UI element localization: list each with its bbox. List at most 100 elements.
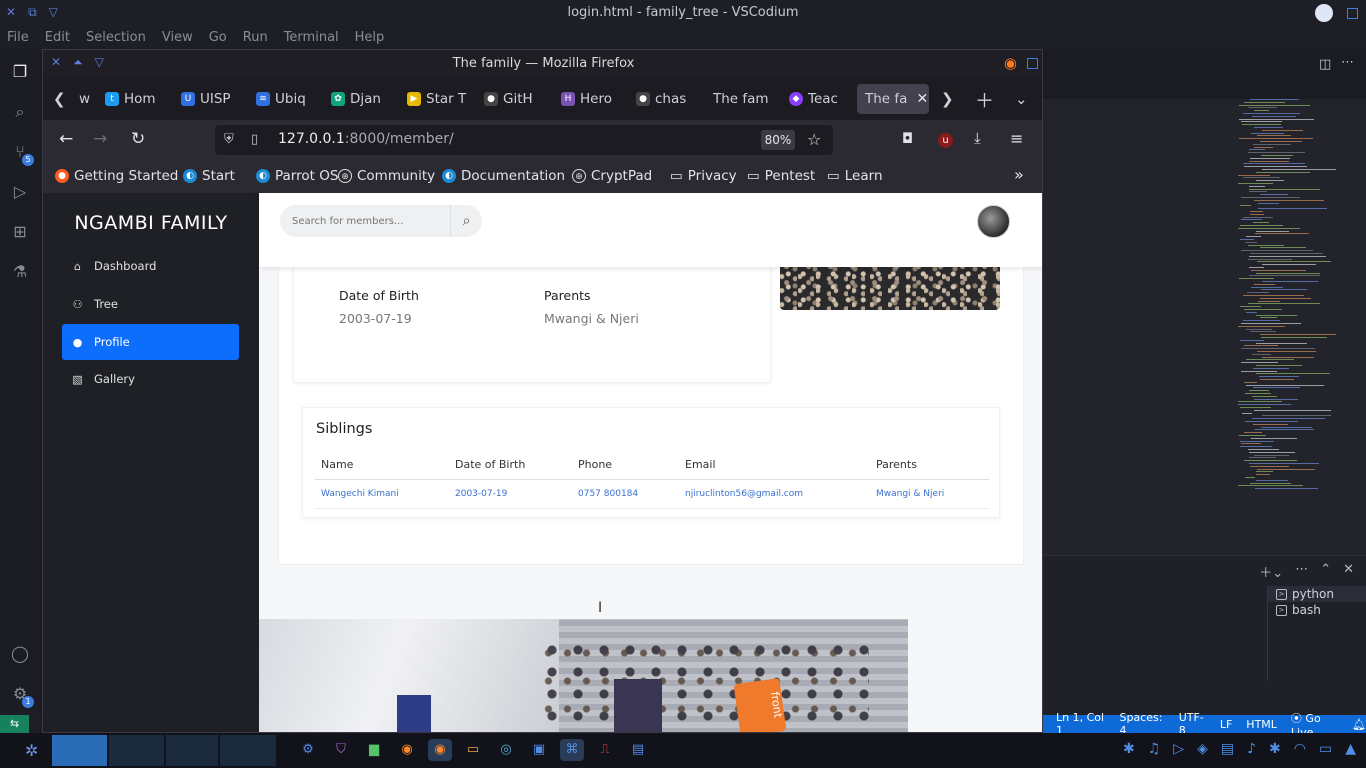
nav-tree[interactable]: ⚇ Tree: [62, 286, 239, 322]
bookmark-folder-learn[interactable]: ▭ Learn: [827, 168, 883, 184]
close-panel-icon[interactable]: ✕: [1343, 562, 1354, 581]
nav-profile[interactable]: ● Profile: [62, 324, 239, 360]
bookmark-documentation[interactable]: ◐ Documentation: [442, 168, 565, 184]
firefox-app-icon[interactable]: ◉: [395, 739, 419, 761]
end-of-line[interactable]: LF: [1220, 718, 1232, 731]
clipboard-icon[interactable]: ▤: [1221, 741, 1234, 757]
remote-icon[interactable]: ⇆: [0, 715, 29, 733]
pocket-icon[interactable]: ◘: [902, 131, 913, 147]
menu-go[interactable]: Go: [209, 27, 227, 49]
new-tab-icon[interactable]: ＋: [975, 86, 994, 113]
more-bookmarks-icon[interactable]: »: [1014, 165, 1024, 184]
bookmark-folder-pentest[interactable]: ▭ Pentest: [747, 168, 815, 184]
menu-file[interactable]: File: [7, 27, 29, 49]
search-icon[interactable]: ⌕: [9, 101, 31, 123]
bookmark-cryptpad[interactable]: ⊕ CryptPad: [572, 168, 652, 184]
back-icon[interactable]: ←: [59, 129, 73, 149]
reload-icon[interactable]: ↻: [131, 129, 145, 149]
tab-10[interactable]: The fam: [705, 84, 779, 114]
search-button[interactable]: ⌕: [450, 205, 482, 237]
sibling-name[interactable]: Wangechi Kimani: [315, 479, 449, 509]
workspace-4[interactable]: [220, 735, 276, 766]
volume-icon[interactable]: ♪: [1247, 741, 1256, 757]
site-brand[interactable]: NGAMBI FAMILY: [43, 212, 259, 234]
bookmark-parrot-os[interactable]: ◐ Parrot OS: [256, 168, 338, 184]
list-tabs-icon[interactable]: ⌄: [1015, 90, 1028, 108]
kde-connect-icon[interactable]: ◈: [1197, 741, 1208, 757]
bookmark-start[interactable]: ◐ Start: [183, 168, 235, 184]
bookmark-community[interactable]: ⊕ Community: [338, 168, 435, 184]
menu-edit[interactable]: Edit: [45, 27, 70, 49]
workspace-1[interactable]: [52, 735, 107, 766]
tab-3[interactable]: U UISP: [173, 84, 245, 114]
tab-4[interactable]: ≋ Ubiq: [248, 84, 320, 114]
vscodium-app-icon[interactable]: ⌘: [560, 739, 584, 761]
language-mode[interactable]: HTML: [1246, 718, 1277, 731]
tab-2[interactable]: t Hom: [97, 84, 167, 114]
extensions-icon[interactable]: ⊞: [9, 221, 31, 243]
folder-app-icon[interactable]: ▭: [461, 739, 485, 761]
battery-icon[interactable]: ▭: [1319, 741, 1332, 757]
tab-6[interactable]: ▶ Star T: [399, 84, 471, 114]
tab-active[interactable]: The fa ✕: [857, 84, 929, 114]
search-input[interactable]: [292, 212, 442, 230]
bookmark-folder-privacy[interactable]: ▭ Privacy: [670, 168, 737, 184]
page-info-icon[interactable]: ▯: [251, 132, 258, 147]
workspace-3[interactable]: [166, 735, 218, 766]
hamburger-menu-icon[interactable]: ≡: [1010, 129, 1023, 148]
maximize-panel-icon[interactable]: ⌃: [1320, 562, 1331, 581]
explorer-icon[interactable]: ❐: [9, 61, 31, 83]
files-app-icon[interactable]: ▆: [362, 739, 386, 761]
testing-icon[interactable]: ⚗: [9, 261, 31, 283]
store-app-icon[interactable]: ⛉: [329, 739, 353, 761]
nav-dashboard[interactable]: ⌂ Dashboard: [62, 248, 239, 284]
run-debug-icon[interactable]: ▷: [9, 181, 31, 203]
split-editor-icon[interactable]: ◫: [1319, 57, 1331, 72]
tab-11[interactable]: ◆ Teac: [781, 84, 853, 114]
zoom-level[interactable]: 80%: [761, 130, 795, 150]
maximize-icon[interactable]: [1027, 57, 1038, 69]
shield-icon[interactable]: ⛨: [224, 132, 234, 147]
maximize-icon[interactable]: [1347, 7, 1358, 19]
ublock-icon[interactable]: u: [938, 133, 953, 148]
avatar[interactable]: [977, 205, 1010, 238]
bluetooth-tray-icon[interactable]: ✱: [1269, 741, 1281, 757]
notifications-icon[interactable]: 🔔︎: [1352, 718, 1366, 731]
sibling-email[interactable]: njiruclinton56@gmail.com: [679, 479, 870, 509]
wifi-icon[interactable]: ◠: [1294, 741, 1306, 757]
office-app-icon[interactable]: ▤: [626, 739, 650, 761]
tab-5[interactable]: ✿ Djan: [323, 84, 393, 114]
workspace-2[interactable]: [109, 735, 164, 766]
tab-8[interactable]: H Hero: [553, 84, 623, 114]
new-terminal-icon[interactable]: ＋⌄: [1259, 562, 1283, 581]
minimap[interactable]: [1238, 99, 1348, 499]
gear-icon[interactable]: ⚙ 1: [9, 683, 34, 708]
downloads-icon[interactable]: ⤓: [974, 129, 981, 147]
url-bar[interactable]: ⛨ ▯ 127.0.0.1:8000/member/ 80% ☆: [215, 125, 833, 155]
menu-help[interactable]: Help: [355, 27, 385, 49]
media-play-icon[interactable]: ▷: [1173, 741, 1184, 757]
tab-7[interactable]: ● GitH: [476, 84, 548, 114]
menu-view[interactable]: View: [162, 27, 193, 49]
tab-9[interactable]: ● chas: [628, 84, 698, 114]
terminal-item-bash[interactable]: > bash: [1268, 602, 1366, 618]
bookmark-star-icon[interactable]: ☆: [807, 130, 821, 149]
menu-run[interactable]: Run: [243, 27, 268, 49]
app-launcher-icon[interactable]: ✲: [25, 741, 38, 760]
url-text[interactable]: 127.0.0.1:8000/member/: [278, 131, 454, 147]
more-actions-icon[interactable]: ⋯: [1341, 55, 1354, 70]
scroll-tabs-right-icon[interactable]: ❯: [941, 90, 954, 108]
scroll-tabs-left-icon[interactable]: ❮: [53, 90, 66, 108]
pdf-app-icon[interactable]: ⎍: [593, 739, 617, 761]
settings-app-icon[interactable]: ⚙: [296, 739, 320, 761]
tray-expand-icon[interactable]: ▲: [1345, 741, 1356, 757]
terminal-item-python[interactable]: > python: [1268, 586, 1366, 602]
account-icon[interactable]: ◯: [9, 643, 31, 665]
menu-selection[interactable]: Selection: [86, 27, 146, 49]
more-icon[interactable]: ⋯: [1295, 562, 1308, 581]
menu-terminal[interactable]: Terminal: [284, 27, 339, 49]
chromium-app-icon[interactable]: ◎: [494, 739, 518, 761]
firefox-active-app-icon[interactable]: ◉: [428, 739, 452, 761]
forward-icon[interactable]: →: [93, 129, 107, 149]
close-tab-icon[interactable]: ✕: [916, 91, 928, 107]
